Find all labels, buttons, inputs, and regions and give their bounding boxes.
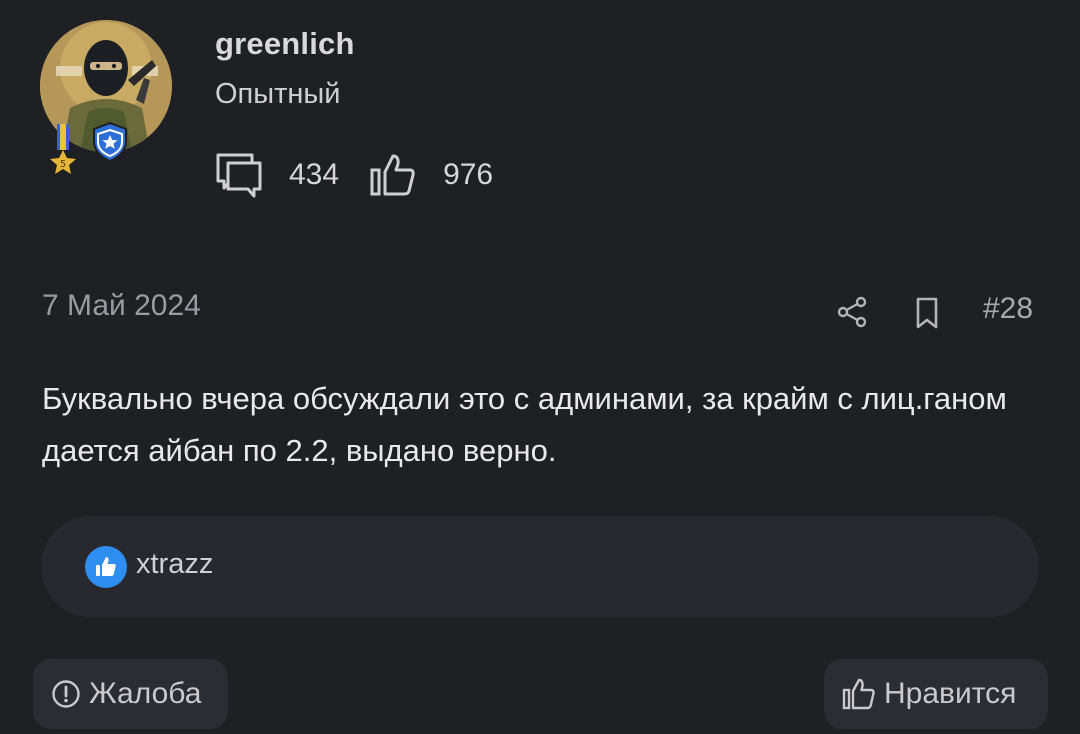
username[interactable]: greenlich [215, 26, 355, 62]
medal-icon: 5 [48, 124, 78, 198]
message-count: 434 [289, 158, 340, 191]
reactor-name[interactable]: xtrazz [136, 548, 213, 581]
post-message: Буквально вчера обсуждали это с админами… [42, 381, 1007, 468]
forum-post: 5 greenlich Опытный 434 976 7 Май 2024 #… [0, 0, 1080, 734]
like-button[interactable]: Нравится [824, 659, 1048, 729]
reactions-bar[interactable]: xtrazz [41, 516, 1039, 617]
like-button-label: Нравится [884, 677, 1017, 710]
post-number-link[interactable]: #28 [983, 292, 1033, 326]
author-avatar-block: 5 [40, 20, 174, 180]
alert-circle-icon [52, 680, 80, 708]
thumbs-up-icon [370, 154, 415, 196]
user-title: Опытный [215, 78, 341, 110]
author-stats: 434 976 [215, 150, 523, 200]
report-button[interactable]: Жалоба [33, 659, 228, 729]
like-count: 976 [443, 158, 494, 191]
speech-bubble-icon [216, 153, 262, 198]
report-button-label: Жалоба [89, 677, 202, 710]
shield-star-icon [92, 121, 128, 163]
medal-level: 5 [60, 159, 66, 170]
thumbs-up-icon [842, 678, 875, 710]
bookmark-icon[interactable] [913, 296, 941, 330]
like-reaction-icon [85, 546, 127, 588]
post-date[interactable]: 7 Май 2024 [42, 289, 201, 323]
share-icon[interactable] [836, 296, 868, 328]
